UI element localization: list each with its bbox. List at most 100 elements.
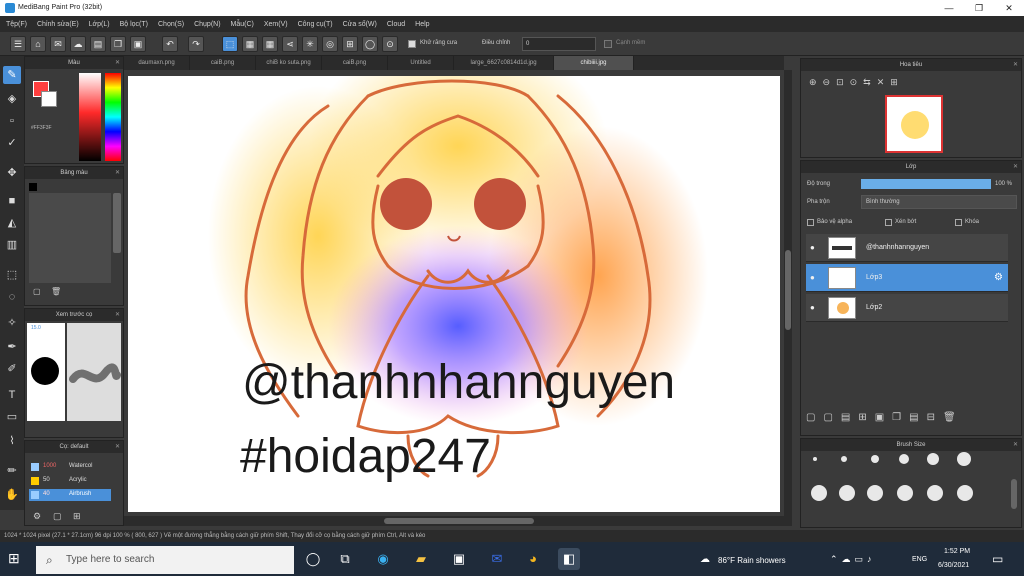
brush-copy-icon[interactable]: ▢ <box>53 511 62 522</box>
palette-add-icon[interactable]: ▢ <box>33 287 41 296</box>
palette-scrollbar[interactable] <box>113 193 121 253</box>
brush-settings-icon[interactable]: ⚙ <box>33 511 41 522</box>
notification-icon[interactable]: ▭ <box>992 552 1003 566</box>
clipping-checkbox[interactable] <box>885 219 892 226</box>
perspective-icon[interactable]: ⋖ <box>282 36 298 52</box>
lock-checkbox[interactable] <box>955 219 962 226</box>
document-icon[interactable]: ▤ <box>90 36 106 52</box>
grid-icon[interactable]: ▦ <box>242 36 258 52</box>
brush-size-option[interactable] <box>927 485 943 501</box>
check-tool-icon[interactable]: ✓ <box>3 134 21 152</box>
select-all-icon[interactable]: ⬚ <box>222 36 238 52</box>
brush-tool-icon[interactable]: ✎ <box>3 66 21 84</box>
menu-cloud[interactable]: Cloud <box>387 21 405 28</box>
pen-select-tool-icon[interactable]: ✒ <box>3 338 21 356</box>
brush-size-option[interactable] <box>813 457 817 461</box>
undo-icon[interactable]: ↶ <box>162 36 178 52</box>
weather-text[interactable]: 86°F Rain showers <box>718 556 786 565</box>
chat-icon[interactable]: ✉ <box>50 36 66 52</box>
brush-size-option[interactable] <box>957 485 973 501</box>
brush-size-option[interactable] <box>927 453 939 465</box>
menu-template[interactable]: Mẫu(C) <box>231 21 254 28</box>
tab-document[interactable]: caiB.png <box>190 56 256 70</box>
panel-close-icon[interactable]: ✕ <box>115 57 120 69</box>
clock-date[interactable]: 6/30/2021 <box>938 562 969 569</box>
clock-time[interactable]: 1:52 PM <box>944 548 970 555</box>
file-explorer-icon[interactable]: ▰ <box>410 548 432 570</box>
eyedropper-tool-icon[interactable]: ⌇ <box>3 432 21 450</box>
brush-size-option[interactable] <box>899 454 909 464</box>
menu-window[interactable]: Cửa sổ(W) <box>343 21 377 28</box>
tab-document[interactable]: caiB.png <box>322 56 388 70</box>
store-icon[interactable]: ▣ <box>448 548 470 570</box>
menu-tools[interactable]: Công cụ(T) <box>298 21 333 28</box>
navigator-thumbnail[interactable] <box>885 95 943 153</box>
menu-select[interactable]: Chọn(S) <box>158 21 184 28</box>
tab-document[interactable]: large_6627c0814d1d.jpg <box>454 56 554 70</box>
canvas-hscroll[interactable] <box>124 516 792 526</box>
panel-close-icon[interactable]: ✕ <box>115 441 120 453</box>
menu-filter[interactable]: Bộ lọc(T) <box>120 21 148 28</box>
brush-size-option[interactable] <box>841 456 847 462</box>
color-shade-bar[interactable] <box>79 73 101 161</box>
panel-close-icon[interactable]: ✕ <box>115 309 120 321</box>
brush-size-option[interactable] <box>897 485 913 501</box>
weather-icon[interactable]: ☁ <box>700 554 710 565</box>
eye-icon[interactable]: ● <box>810 303 815 312</box>
menu-edit[interactable]: Chỉnh sửa(E) <box>37 21 79 28</box>
panel-close-icon[interactable]: ✕ <box>1013 161 1018 173</box>
lasso-tool-icon[interactable]: ◌ <box>3 288 21 306</box>
palette-delete-icon[interactable]: 🗑 <box>51 287 61 296</box>
menu-file[interactable]: Tệp(F) <box>6 21 27 28</box>
protect-alpha-checkbox[interactable] <box>807 219 814 226</box>
taskbar-search-box[interactable]: ⌕ Type here to search <box>36 546 294 574</box>
redo-icon[interactable]: ↷ <box>188 36 204 52</box>
medibang-taskbar-icon[interactable]: ◧ <box>558 548 580 570</box>
grid2-icon[interactable]: ▦ <box>262 36 278 52</box>
tab-document[interactable]: Untitled <box>388 56 454 70</box>
tab-document[interactable]: chiB ko suta.png <box>256 56 322 70</box>
text-tool-icon[interactable]: T <box>3 386 21 404</box>
panel-close-icon[interactable]: ✕ <box>115 167 120 179</box>
brush-item-acrylic[interactable]: 50 Acrylic <box>29 475 111 487</box>
brush-size-scrollbar[interactable] <box>1011 479 1017 509</box>
gradient-tool-icon[interactable]: ▥ <box>3 236 21 254</box>
menu-snap[interactable]: Chụp(N) <box>194 21 220 28</box>
home-icon[interactable]: ⌂ <box>30 36 46 52</box>
radial-icon[interactable]: ✳ <box>302 36 318 52</box>
close-icon[interactable]: ✕ <box>994 0 1024 16</box>
layer-row[interactable]: ● @thanhnhannguyen <box>806 234 1008 262</box>
panel-close-icon[interactable]: ✕ <box>1013 59 1018 71</box>
brush-size-option[interactable] <box>811 485 827 501</box>
bucket-tool-icon[interactable]: ◭ <box>3 214 21 232</box>
save-icon[interactable]: ▣ <box>130 36 146 52</box>
copy-icon[interactable]: ❐ <box>110 36 126 52</box>
crosshair-icon[interactable]: ⊙ <box>382 36 398 52</box>
frame-tool-icon[interactable]: ▭ <box>3 408 21 426</box>
task-view-icon[interactable]: ⧉ <box>334 548 356 570</box>
brush-size-option[interactable] <box>871 455 879 463</box>
layer-settings-icon[interactable]: ⚙ <box>994 272 1003 283</box>
dot-tool-icon[interactable]: ▫ <box>3 112 21 130</box>
navigator-zoom-icons[interactable]: ⊕⊖⊡⊙⇆✕⊞ <box>809 77 904 88</box>
adjust-select[interactable]: 0 <box>522 37 596 51</box>
brush-item-watercolor[interactable]: 1000 Watercol <box>29 461 111 473</box>
tab-document-active[interactable]: chibiiii.jpg <box>554 56 634 70</box>
tab-document[interactable]: daumaxn.png <box>124 56 190 70</box>
select-tool-icon[interactable]: ⬚ <box>3 266 21 284</box>
minimize-icon[interactable]: — <box>934 0 964 16</box>
brush-size-option[interactable] <box>957 452 971 466</box>
hand-tool-icon[interactable]: ✋ <box>3 486 21 504</box>
menu-view[interactable]: Xem(V) <box>264 21 288 28</box>
mail-icon[interactable]: ✉ <box>486 548 508 570</box>
circle-grid-icon[interactable]: ◎ <box>322 36 338 52</box>
brush-size-option[interactable] <box>867 485 883 501</box>
soft-edge-checkbox[interactable] <box>604 40 612 48</box>
menu-layer[interactable]: Lớp(L) <box>89 21 110 28</box>
layer-row-selected[interactable]: ● Lớp3 ⚙ <box>806 264 1008 292</box>
blend-select[interactable]: Bình thường <box>861 195 1017 209</box>
menu-help[interactable]: Help <box>415 21 429 28</box>
layer-row[interactable]: ● Lớp2 <box>806 294 1008 322</box>
system-tray-icons[interactable]: ⌃☁▭♪ <box>830 554 876 565</box>
eye-icon[interactable]: ● <box>810 273 815 282</box>
